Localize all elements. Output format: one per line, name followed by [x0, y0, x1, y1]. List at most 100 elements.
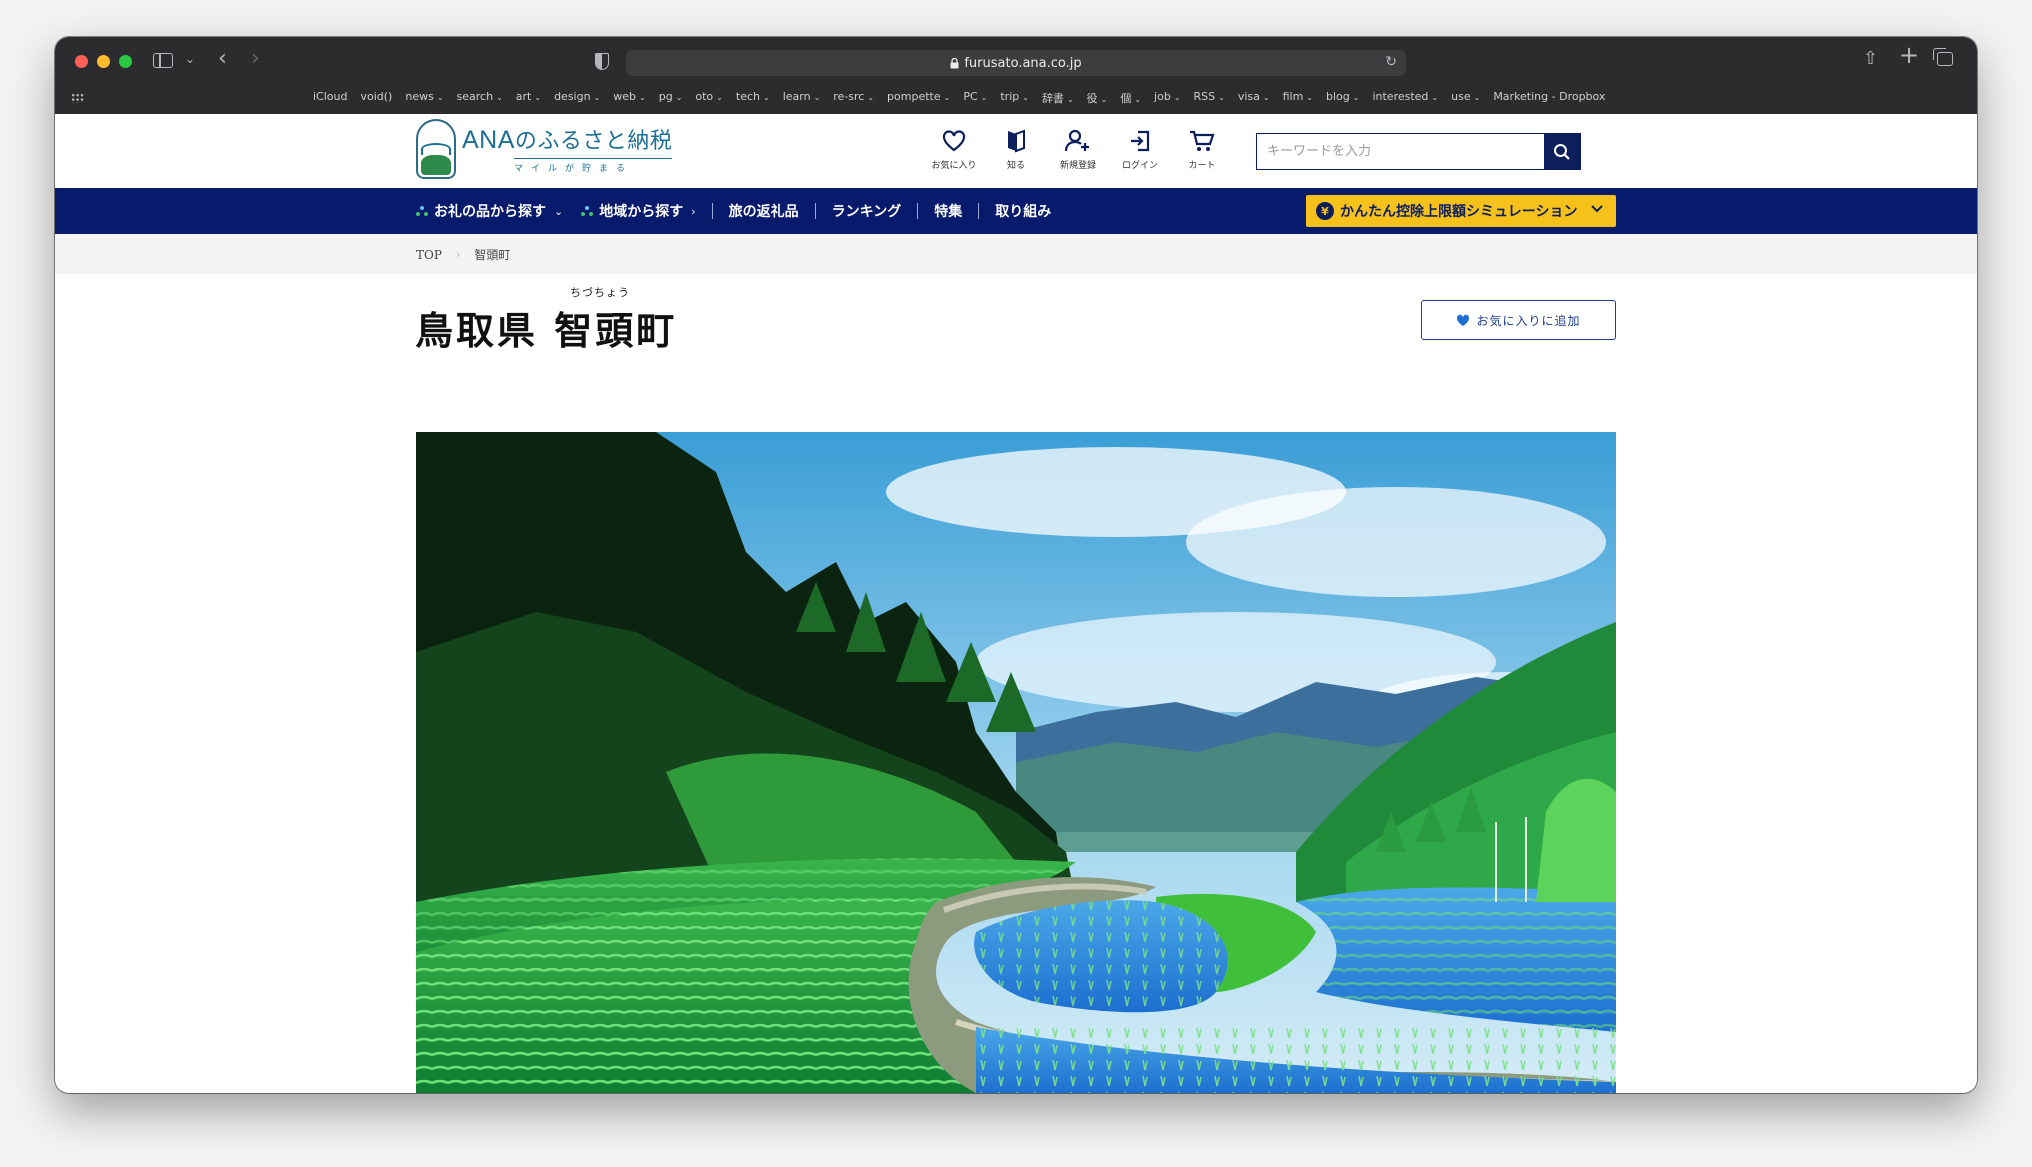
bookmark-item[interactable]: design ⌄: [554, 90, 600, 106]
deduction-simulation-button[interactable]: ¥ かんたん控除上限額シミュレーション: [1306, 195, 1616, 227]
search-input[interactable]: [1257, 134, 1544, 169]
bookmark-item[interactable]: RSS ⌄: [1194, 90, 1225, 106]
share-icon[interactable]: ⇧: [1863, 50, 1878, 68]
bookmark-item[interactable]: use ⌄: [1451, 90, 1480, 106]
chevron-down-icon: ⌄: [496, 93, 503, 102]
chevron-right-icon: ›: [455, 248, 461, 261]
nav-item-gifts[interactable]: お礼の品から探す ⌄: [416, 201, 563, 221]
dots-icon: [581, 205, 594, 217]
chevron-down-icon[interactable]: ⌄: [185, 51, 195, 68]
chevron-down-icon: ⌄: [1100, 95, 1108, 104]
chevron-down-icon: ⌄: [943, 93, 951, 102]
bookmark-item[interactable]: 役 ⌄: [1087, 90, 1108, 106]
bookmark-item[interactable]: 個 ⌄: [1120, 90, 1141, 106]
main-navigation: お礼の品から探す ⌄ 地域から探す › 旅の返礼品 ランキング 特集 取り組み …: [55, 188, 1977, 234]
back-icon[interactable]: ‹: [218, 48, 227, 70]
bookmark-item[interactable]: web ⌄: [613, 90, 645, 106]
bookmark-item[interactable]: interested ⌄: [1372, 90, 1438, 106]
bookmark-item[interactable]: oto ⌄: [695, 90, 722, 106]
chevron-down-icon: ⌄: [534, 93, 542, 102]
logo-mark-icon: [416, 119, 456, 179]
bookmark-item[interactable]: void(): [360, 90, 392, 106]
bookmark-item[interactable]: film ⌄: [1283, 90, 1313, 106]
lock-icon: [950, 57, 959, 68]
chevron-down-icon: ⌄: [1173, 93, 1181, 102]
login-link[interactable]: ログイン: [1109, 128, 1171, 171]
search-button[interactable]: [1544, 134, 1580, 169]
bookmark-item[interactable]: news ⌄: [405, 90, 443, 106]
bookmark-item[interactable]: tech ⌄: [736, 90, 770, 106]
register-link[interactable]: 新規登録: [1047, 128, 1109, 171]
dots-icon: [416, 205, 428, 217]
chevron-down-icon: ⌄: [1306, 93, 1313, 102]
forward-icon[interactable]: ›: [251, 48, 260, 70]
add-to-favorites-button[interactable]: お気に入りに追加: [1421, 300, 1616, 340]
heart-icon: [1457, 314, 1470, 326]
search-form: [1256, 133, 1581, 170]
nav-item-features[interactable]: 特集: [934, 201, 962, 221]
bookmark-item[interactable]: pompette ⌄: [887, 90, 950, 106]
search-icon: [1554, 143, 1570, 160]
header-actions: お気に入り 知る 新規登録 ログイン カート: [923, 128, 1233, 171]
add-user-icon: [1065, 128, 1091, 154]
tab-overview-icon[interactable]: [1933, 48, 1953, 66]
breadcrumb-bar: TOP › 智頭町: [55, 234, 1977, 274]
nav-item-initiatives[interactable]: 取り組み: [995, 201, 1051, 221]
bookmark-item[interactable]: visa ⌄: [1238, 90, 1270, 106]
nav-divider: [978, 203, 980, 219]
address-bar[interactable]: furusato.ana.co.jp ↻: [626, 50, 1406, 76]
chevron-down-icon: ⌄: [1134, 95, 1142, 104]
favorites-link[interactable]: お気に入り: [923, 128, 985, 171]
chevron-down-icon: ⌄: [1262, 93, 1270, 102]
sidebar-toggle-icon[interactable]: [153, 53, 173, 68]
bookmark-item[interactable]: 辞書 ⌄: [1042, 90, 1074, 106]
bookmark-item[interactable]: iCloud: [313, 90, 347, 106]
reload-icon[interactable]: ↻: [1385, 54, 1397, 70]
bookmark-item[interactable]: art ⌄: [516, 90, 541, 106]
heart-icon: [941, 128, 967, 154]
login-icon: [1127, 128, 1153, 154]
privacy-shield-icon[interactable]: [595, 53, 609, 70]
bookmark-item[interactable]: blog ⌄: [1326, 90, 1359, 106]
book-icon: [1003, 128, 1029, 154]
chevron-down-icon: ⌄: [593, 93, 601, 102]
bookmark-item[interactable]: search ⌄: [457, 90, 503, 106]
nav-item-travel[interactable]: 旅の返礼品: [729, 201, 799, 221]
new-tab-icon[interactable]: +: [1899, 43, 1919, 67]
nav-item-ranking[interactable]: ランキング: [832, 201, 902, 221]
nav-divider: [711, 203, 713, 219]
main-content: ちづちょう 鳥取県 智頭町 お気に入りに追加: [55, 274, 1977, 1093]
bookmark-item[interactable]: learn ⌄: [783, 90, 821, 106]
bookmark-item[interactable]: Marketing - Dropbox: [1493, 90, 1605, 106]
bookmarks-bar: iCloud void() news ⌄ search ⌄ art ⌄ design ⌄ web ⌄ p…: [313, 90, 1605, 106]
chevron-down-icon: ⌄: [980, 93, 988, 102]
nav-divider: [917, 203, 919, 219]
zoom-window-button[interactable]: [119, 55, 132, 68]
hero-image: [416, 432, 1616, 1093]
breadcrumb-current: 智頭町: [474, 248, 511, 262]
bookmark-item[interactable]: PC ⌄: [963, 90, 987, 106]
bookmark-item[interactable]: pg ⌄: [659, 90, 683, 106]
chevron-down-icon: ⌄: [1473, 93, 1481, 102]
bookmark-item[interactable]: trip ⌄: [1000, 90, 1029, 106]
bookmark-item[interactable]: re-src ⌄: [833, 90, 874, 106]
chevron-down-icon: ⌄: [762, 93, 770, 102]
page-title: 鳥取県 智頭町: [415, 309, 678, 353]
breadcrumb-home-link[interactable]: TOP: [416, 248, 442, 262]
window-controls: [75, 55, 132, 68]
cart-icon: [1189, 128, 1215, 154]
minimize-window-button[interactable]: [97, 55, 110, 68]
cart-link[interactable]: カート: [1171, 128, 1233, 171]
yen-icon: ¥: [1316, 202, 1334, 220]
breadcrumb: TOP › 智頭町: [416, 246, 510, 263]
rice-terrace-landscape-image: [416, 432, 1616, 1093]
site-logo[interactable]: ANAのふるさと納税 マイルが貯まる: [416, 119, 673, 179]
apps-grid-icon[interactable]: [71, 93, 84, 103]
close-window-button[interactable]: [75, 55, 88, 68]
chevron-down-icon: ⌄: [639, 93, 646, 102]
nav-item-region[interactable]: 地域から探す ›: [581, 201, 696, 221]
chevron-down-icon: ⌄: [716, 93, 723, 102]
learn-link[interactable]: 知る: [985, 128, 1047, 171]
bookmark-item[interactable]: job ⌄: [1154, 90, 1180, 106]
logo-subtitle: マイルが貯まる: [514, 157, 673, 174]
